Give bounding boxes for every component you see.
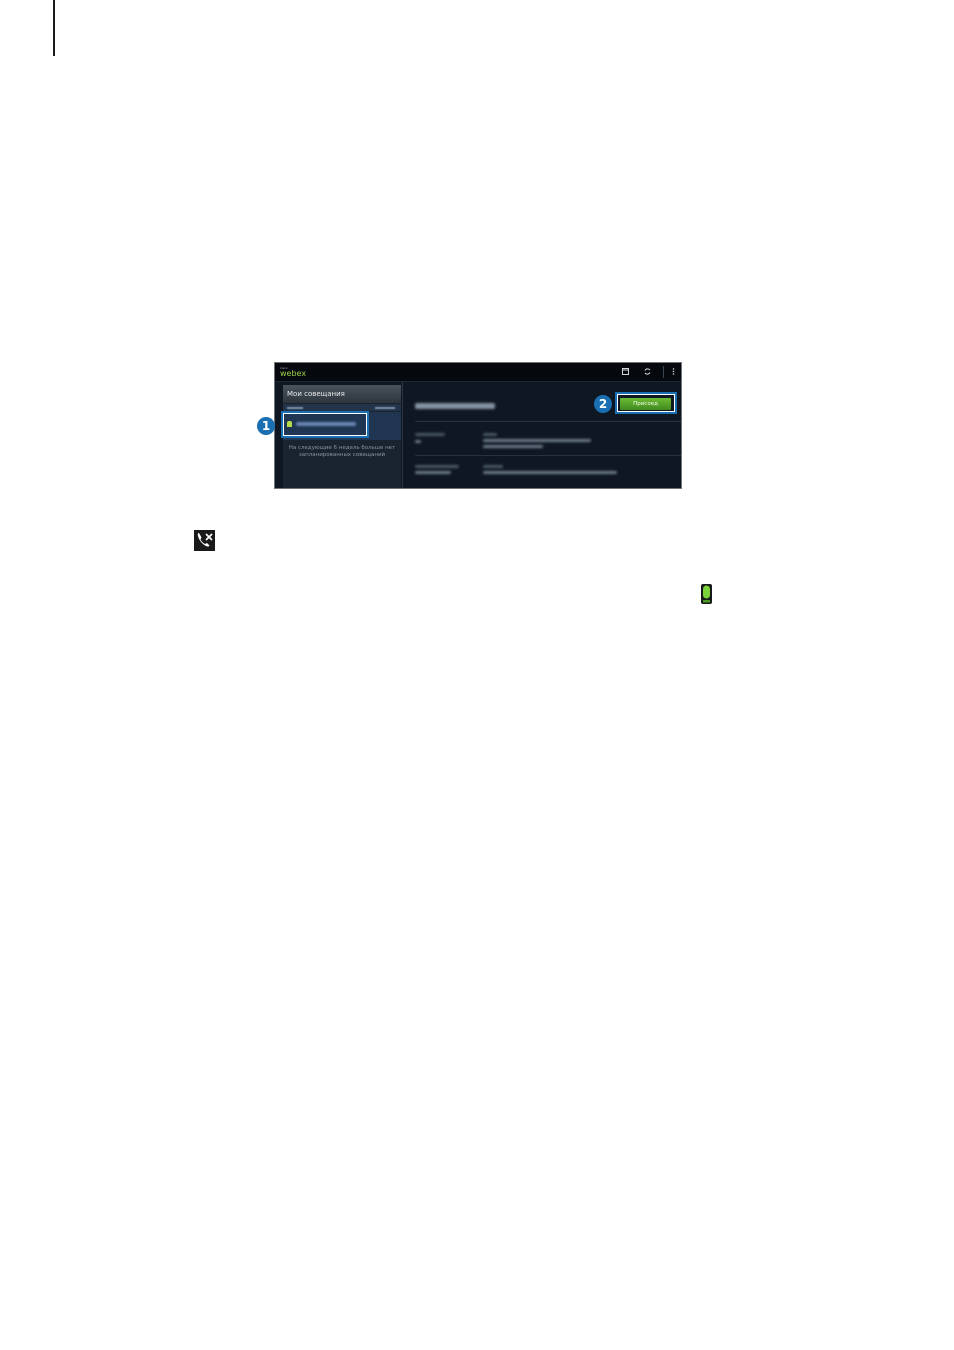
callout-highlight-join	[615, 392, 677, 414]
detail-label-blurred	[483, 433, 497, 436]
action-bar: cisco webex	[275, 363, 681, 382]
sidebar-title: Мои совещания	[283, 385, 401, 403]
callout-highlight-meeting	[281, 411, 369, 438]
detail-value-blurred	[415, 471, 451, 474]
webex-label: webex	[280, 369, 307, 378]
microphone-icon	[700, 583, 713, 605]
detail-value-blurred	[483, 471, 617, 474]
callout-number-2: 2	[594, 395, 612, 413]
callout-number-1: 1	[257, 417, 275, 435]
page-margin-rule	[53, 0, 55, 56]
detail-value-blurred	[483, 445, 543, 448]
no-meetings-note: На следующие 6 недель больше нет заплани…	[288, 445, 396, 458]
refresh-icon[interactable]	[643, 367, 652, 376]
detail-label-blurred	[415, 433, 445, 436]
detail-label-blurred	[415, 465, 459, 468]
action-bar-divider	[663, 366, 664, 378]
detail-value-blurred	[483, 439, 591, 442]
detail-value-blurred	[415, 440, 421, 443]
detail-divider	[415, 421, 681, 422]
meeting-title-blurred	[415, 403, 495, 409]
calendar-icon[interactable]	[621, 367, 630, 376]
overflow-menu-icon[interactable]	[669, 367, 678, 376]
detail-label-blurred	[483, 465, 503, 468]
pane-divider	[402, 381, 403, 488]
sidebar-date-header	[283, 404, 401, 411]
detail-divider	[415, 455, 681, 456]
webex-logo: cisco webex	[280, 366, 306, 378]
end-call-icon	[194, 530, 215, 551]
